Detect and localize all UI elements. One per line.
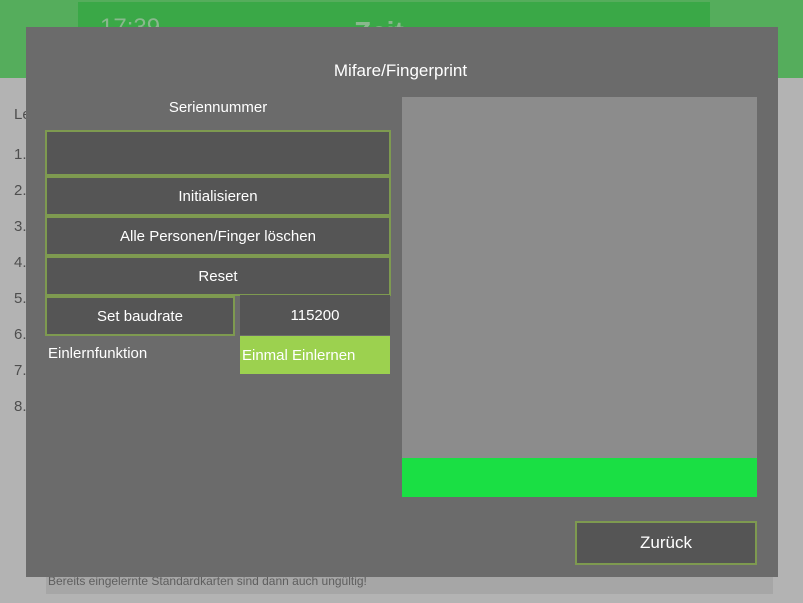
learn-function-label: Einlernfunktion (48, 345, 148, 362)
fingerprint-image-area (402, 97, 757, 458)
dialog-title: Mifare/Fingerprint (333, 61, 468, 80)
background-list-item: 8. (14, 398, 27, 415)
background-list-item: 1. (14, 146, 27, 163)
background-list-item: 5. (14, 290, 27, 307)
background-list-item: 4. (14, 254, 27, 271)
baudrate-value[interactable]: 115200 (240, 295, 390, 335)
background-list-item: 6. (14, 326, 27, 343)
reset-button[interactable]: Reset (45, 256, 391, 296)
progress-bar (402, 458, 757, 497)
delete-all-button[interactable]: Alle Personen/Finger löschen (45, 216, 391, 256)
background-list-item: 7. (14, 362, 27, 379)
initialize-button[interactable]: Initialisieren (45, 176, 391, 216)
serial-number-label: Seriennummer (168, 99, 268, 116)
mifare-fingerprint-dialog: Mifare/Fingerprint Seriennummer Initiali… (26, 27, 778, 577)
set-baudrate-button[interactable]: Set baudrate (45, 296, 235, 336)
background-list-item: 3. (14, 218, 27, 235)
learn-function-select[interactable]: Einmal Einlernen (240, 336, 390, 374)
serial-number-input[interactable] (45, 130, 391, 176)
background-list-item: 2. (14, 182, 27, 199)
back-button[interactable]: Zurück (575, 521, 757, 565)
progress-bar-fill (402, 458, 757, 497)
